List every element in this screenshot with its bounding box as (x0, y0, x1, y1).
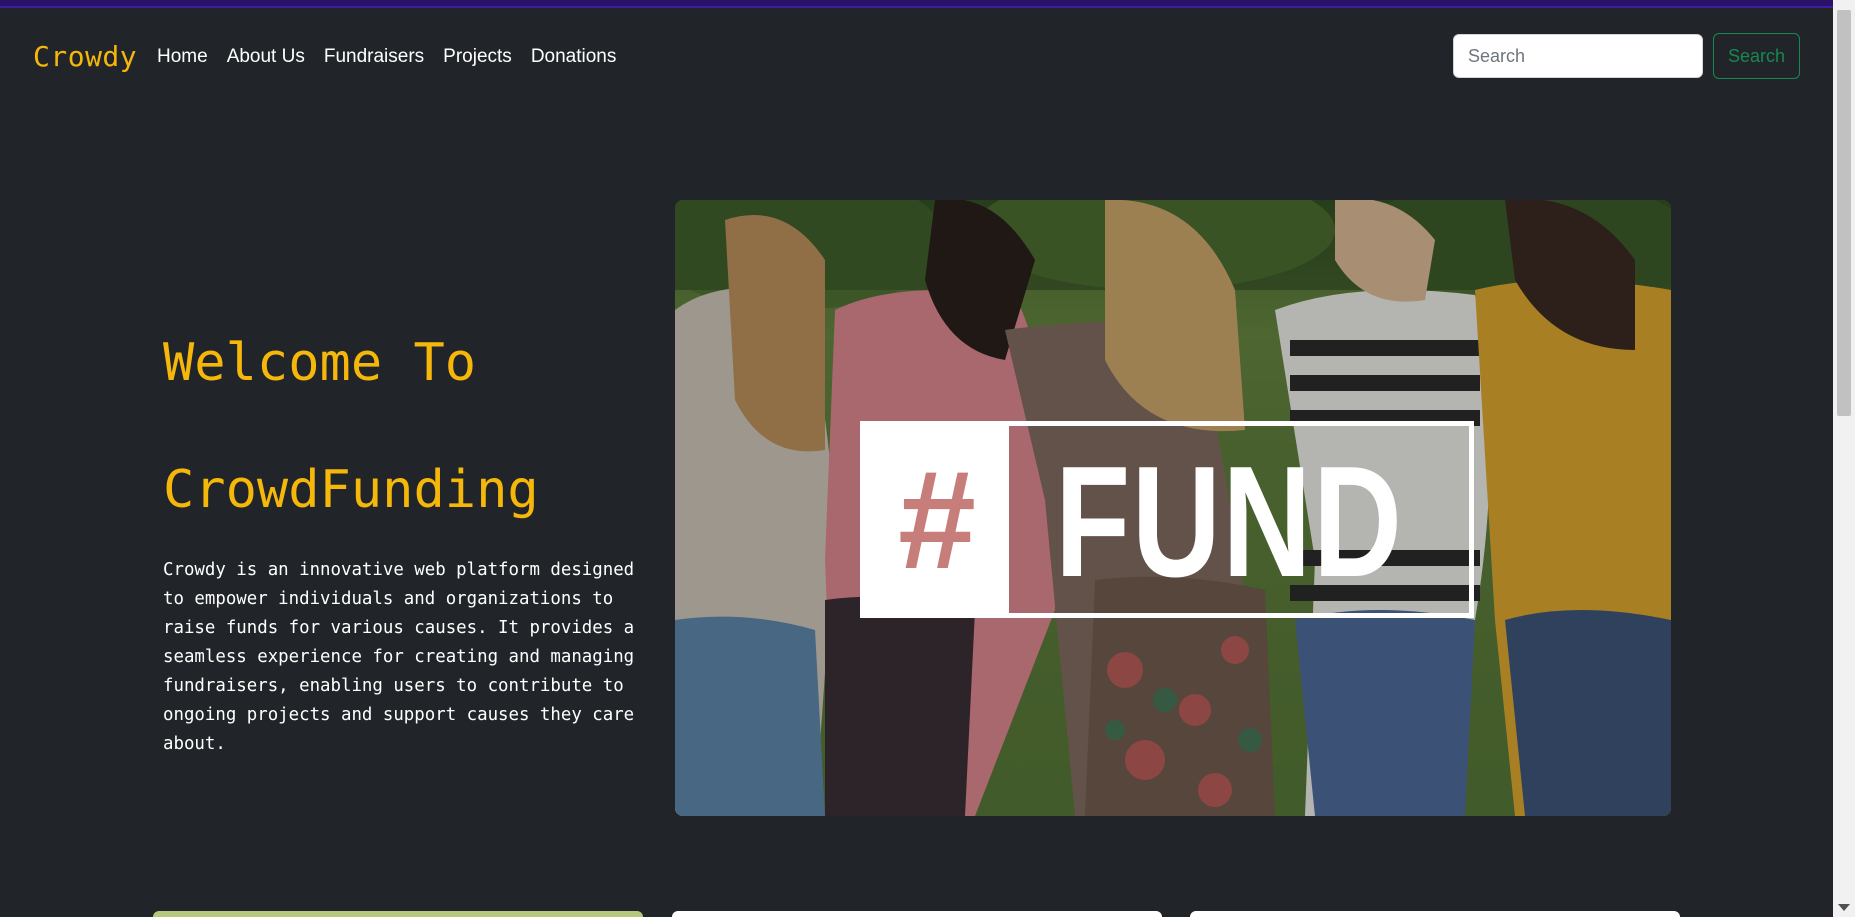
fund-text: FUND (1055, 434, 1404, 610)
vertical-scrollbar[interactable] (1833, 0, 1855, 917)
search-button[interactable]: Search (1713, 33, 1800, 79)
card-preview-2[interactable] (672, 911, 1162, 917)
hero-title: Welcome To CrowdFunding (163, 300, 683, 554)
scrollbar-thumb[interactable] (1837, 10, 1851, 416)
nav-link-fundraisers[interactable]: Fundraisers (324, 46, 424, 68)
brand-logo[interactable]: Crowdy (33, 40, 137, 73)
scroll-down-arrow-icon[interactable] (1838, 904, 1850, 911)
nav-link-home[interactable]: Home (157, 46, 208, 68)
card-preview-1[interactable] (153, 911, 643, 917)
nav-link-donations[interactable]: Donations (531, 46, 617, 68)
nav-links: Home About Us Fundraisers Projects Donat… (157, 46, 635, 68)
hero-title-line1: Welcome To (163, 333, 477, 393)
hero-title-line2: CrowdFunding (163, 460, 539, 520)
navbar: Crowdy Home About Us Fundraisers Project… (0, 8, 1833, 106)
hash-glyph: # (898, 440, 976, 598)
fund-overlay-box: # FUND (860, 421, 1474, 618)
hash-block: # (865, 426, 1009, 613)
browser-top-bar (0, 0, 1855, 8)
hero-image: # FUND (675, 200, 1671, 816)
search-input[interactable] (1453, 34, 1703, 78)
nav-link-projects[interactable]: Projects (443, 46, 512, 68)
hero-description: Crowdy is an innovative web platform des… (163, 560, 635, 754)
nav-link-about-us[interactable]: About Us (227, 46, 305, 68)
card-preview-3[interactable] (1190, 911, 1680, 917)
